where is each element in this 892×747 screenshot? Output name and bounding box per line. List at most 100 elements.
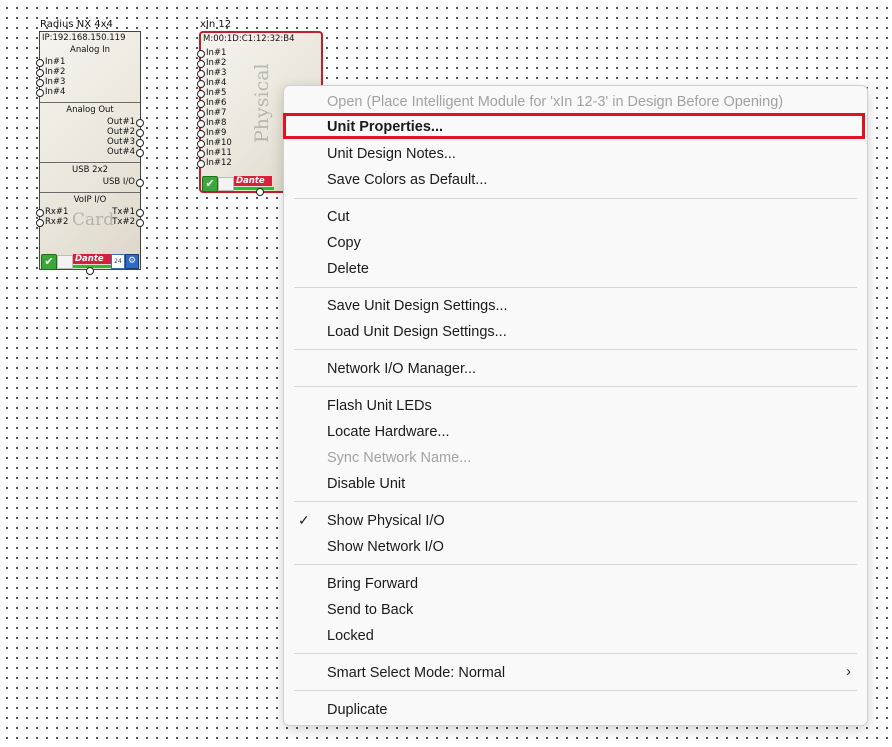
port-pin-icon[interactable] bbox=[136, 119, 144, 127]
voip-rx-port-1[interactable]: Rx#1 bbox=[36, 207, 68, 217]
section-divider bbox=[40, 102, 140, 103]
status-indicator bbox=[218, 177, 234, 191]
dante-logo-icon: Dante bbox=[234, 176, 272, 186]
port-pin-icon[interactable] bbox=[197, 150, 205, 158]
section-divider bbox=[40, 192, 140, 193]
xin-port-8[interactable]: In#8 bbox=[197, 118, 226, 128]
analog-out-port-1[interactable]: Out#1 bbox=[107, 117, 144, 127]
port-pin-icon[interactable] bbox=[197, 110, 205, 118]
port-pin-icon[interactable] bbox=[136, 149, 144, 157]
port-pin-icon[interactable] bbox=[197, 80, 205, 88]
voip-tx-port-2[interactable]: Tx#2 bbox=[112, 217, 144, 227]
port-pin-icon[interactable] bbox=[36, 69, 44, 77]
context-menu: Open (Place Intelligent Module for 'xIn … bbox=[283, 85, 868, 726]
analog-out-port-2[interactable]: Out#2 bbox=[107, 127, 144, 137]
menu-item-save-unit-design-settings[interactable]: Save Unit Design Settings... bbox=[284, 293, 867, 319]
menu-item-unit-design-notes[interactable]: Unit Design Notes... bbox=[284, 141, 867, 167]
menu-item-smart-select-mode[interactable]: Smart Select Mode: Normal › bbox=[284, 660, 867, 686]
radius-nx-unit-block[interactable]: IP:192.168.150.119 Analog In In#1 In#2 I… bbox=[36, 31, 144, 270]
analog-in-port-1[interactable]: In#1 bbox=[36, 57, 65, 67]
xin-port-7[interactable]: In#7 bbox=[197, 108, 226, 118]
port-pin-icon[interactable] bbox=[36, 59, 44, 67]
menu-item-cut[interactable]: Cut bbox=[284, 204, 867, 230]
menu-separator bbox=[294, 690, 857, 691]
voip-rx-port-2[interactable]: Rx#2 bbox=[36, 217, 68, 227]
analog-in-port-4[interactable]: In#4 bbox=[36, 87, 65, 97]
port-pin-icon[interactable] bbox=[197, 130, 205, 138]
xin-unit-title: xIn 12 bbox=[200, 19, 232, 30]
port-pin-icon[interactable] bbox=[197, 120, 205, 128]
xin-port-4[interactable]: In#4 bbox=[197, 78, 226, 88]
analog-in-port-3[interactable]: In#3 bbox=[36, 77, 65, 87]
enabled-check-icon[interactable]: ✔ bbox=[202, 176, 218, 192]
status-indicator bbox=[57, 255, 73, 269]
chevron-right-icon: › bbox=[846, 663, 851, 680]
menu-item-flash-unit-leds[interactable]: Flash Unit LEDs bbox=[284, 393, 867, 419]
menu-item-unit-properties[interactable]: Unit Properties... bbox=[283, 113, 865, 139]
voip-tx-port-1[interactable]: Tx#1 bbox=[112, 207, 144, 217]
port-pin-icon[interactable] bbox=[197, 140, 205, 148]
port-pin-icon[interactable] bbox=[136, 209, 144, 217]
settings-gear-icon[interactable]: ⚙ bbox=[125, 254, 139, 269]
xin-port-6[interactable]: In#6 bbox=[197, 98, 226, 108]
xin-port-5[interactable]: In#5 bbox=[197, 88, 226, 98]
unit-mac-address: M:00:1D:C1:12:32:B4 bbox=[203, 34, 295, 44]
menu-item-disable-unit[interactable]: Disable Unit bbox=[284, 471, 867, 497]
menu-item-delete[interactable]: Delete bbox=[284, 256, 867, 282]
dante-label: Dante bbox=[75, 254, 104, 264]
menu-item-locate-hardware[interactable]: Locate Hardware... bbox=[284, 419, 867, 445]
port-pin-icon[interactable] bbox=[197, 100, 205, 108]
menu-item-show-physical-io[interactable]: ✓ Show Physical I/O bbox=[284, 508, 867, 534]
usb-io-port[interactable]: USB I/O bbox=[103, 177, 144, 187]
port-pin-icon[interactable] bbox=[197, 70, 205, 78]
port-pin-icon[interactable] bbox=[36, 89, 44, 97]
calendar-icon[interactable]: 24 bbox=[111, 254, 125, 269]
analog-out-port-4[interactable]: Out#4 bbox=[107, 147, 144, 157]
port-pin-icon[interactable] bbox=[36, 219, 44, 227]
xin-port-11[interactable]: In#11 bbox=[197, 148, 232, 158]
voip-section-title: VoIP I/O bbox=[73, 195, 107, 205]
menu-item-bring-forward[interactable]: Bring Forward bbox=[284, 571, 867, 597]
menu-item-sync-network-name: Sync Network Name... bbox=[327, 450, 472, 466]
xin-port-9[interactable]: In#9 bbox=[197, 128, 226, 138]
xin-port-12[interactable]: In#12 bbox=[197, 158, 232, 168]
port-pin-icon[interactable] bbox=[136, 219, 144, 227]
port-pin-icon[interactable] bbox=[197, 160, 205, 168]
menu-item-duplicate[interactable]: Duplicate bbox=[284, 697, 867, 723]
xin-port-1[interactable]: In#1 bbox=[197, 48, 226, 58]
menu-item-show-network-io[interactable]: Show Network I/O bbox=[284, 534, 867, 560]
menu-item-locked[interactable]: Locked bbox=[284, 623, 867, 649]
dante-logo-icon: Dante bbox=[73, 254, 111, 264]
unit-bottom-pin-icon[interactable] bbox=[256, 188, 264, 196]
xin-port-2[interactable]: In#2 bbox=[197, 58, 226, 68]
physical-watermark: Physical bbox=[251, 63, 273, 143]
port-pin-icon[interactable] bbox=[197, 60, 205, 68]
menu-separator bbox=[294, 287, 857, 288]
port-pin-icon[interactable] bbox=[36, 79, 44, 87]
menu-separator bbox=[294, 564, 857, 565]
menu-item-copy[interactable]: Copy bbox=[284, 230, 867, 256]
menu-separator bbox=[294, 198, 857, 199]
checkmark-icon: ✓ bbox=[298, 512, 310, 528]
port-pin-icon[interactable] bbox=[136, 129, 144, 137]
menu-item-send-to-back[interactable]: Send to Back bbox=[284, 597, 867, 623]
port-pin-icon[interactable] bbox=[136, 179, 144, 187]
radius-unit-title: Radius NX 4x4 bbox=[40, 19, 113, 30]
menu-item-network-io-manager[interactable]: Network I/O Manager... bbox=[284, 356, 867, 382]
analog-in-section-title: Analog In bbox=[70, 45, 110, 55]
unit-bottom-pin-icon[interactable] bbox=[86, 267, 94, 275]
menu-separator bbox=[294, 386, 857, 387]
menu-item-load-unit-design-settings[interactable]: Load Unit Design Settings... bbox=[284, 319, 867, 345]
port-pin-icon[interactable] bbox=[136, 139, 144, 147]
analog-in-port-2[interactable]: In#2 bbox=[36, 67, 65, 77]
menu-item-save-colors[interactable]: Save Colors as Default... bbox=[284, 167, 867, 193]
port-pin-icon[interactable] bbox=[197, 90, 205, 98]
xin-port-10[interactable]: In#10 bbox=[197, 138, 232, 148]
xin-port-3[interactable]: In#3 bbox=[197, 68, 226, 78]
port-pin-icon[interactable] bbox=[36, 209, 44, 217]
enabled-check-icon[interactable]: ✔ bbox=[41, 254, 57, 270]
menu-separator bbox=[294, 653, 857, 654]
analog-out-port-3[interactable]: Out#3 bbox=[107, 137, 144, 147]
dante-label: Dante bbox=[236, 176, 265, 186]
port-pin-icon[interactable] bbox=[197, 50, 205, 58]
